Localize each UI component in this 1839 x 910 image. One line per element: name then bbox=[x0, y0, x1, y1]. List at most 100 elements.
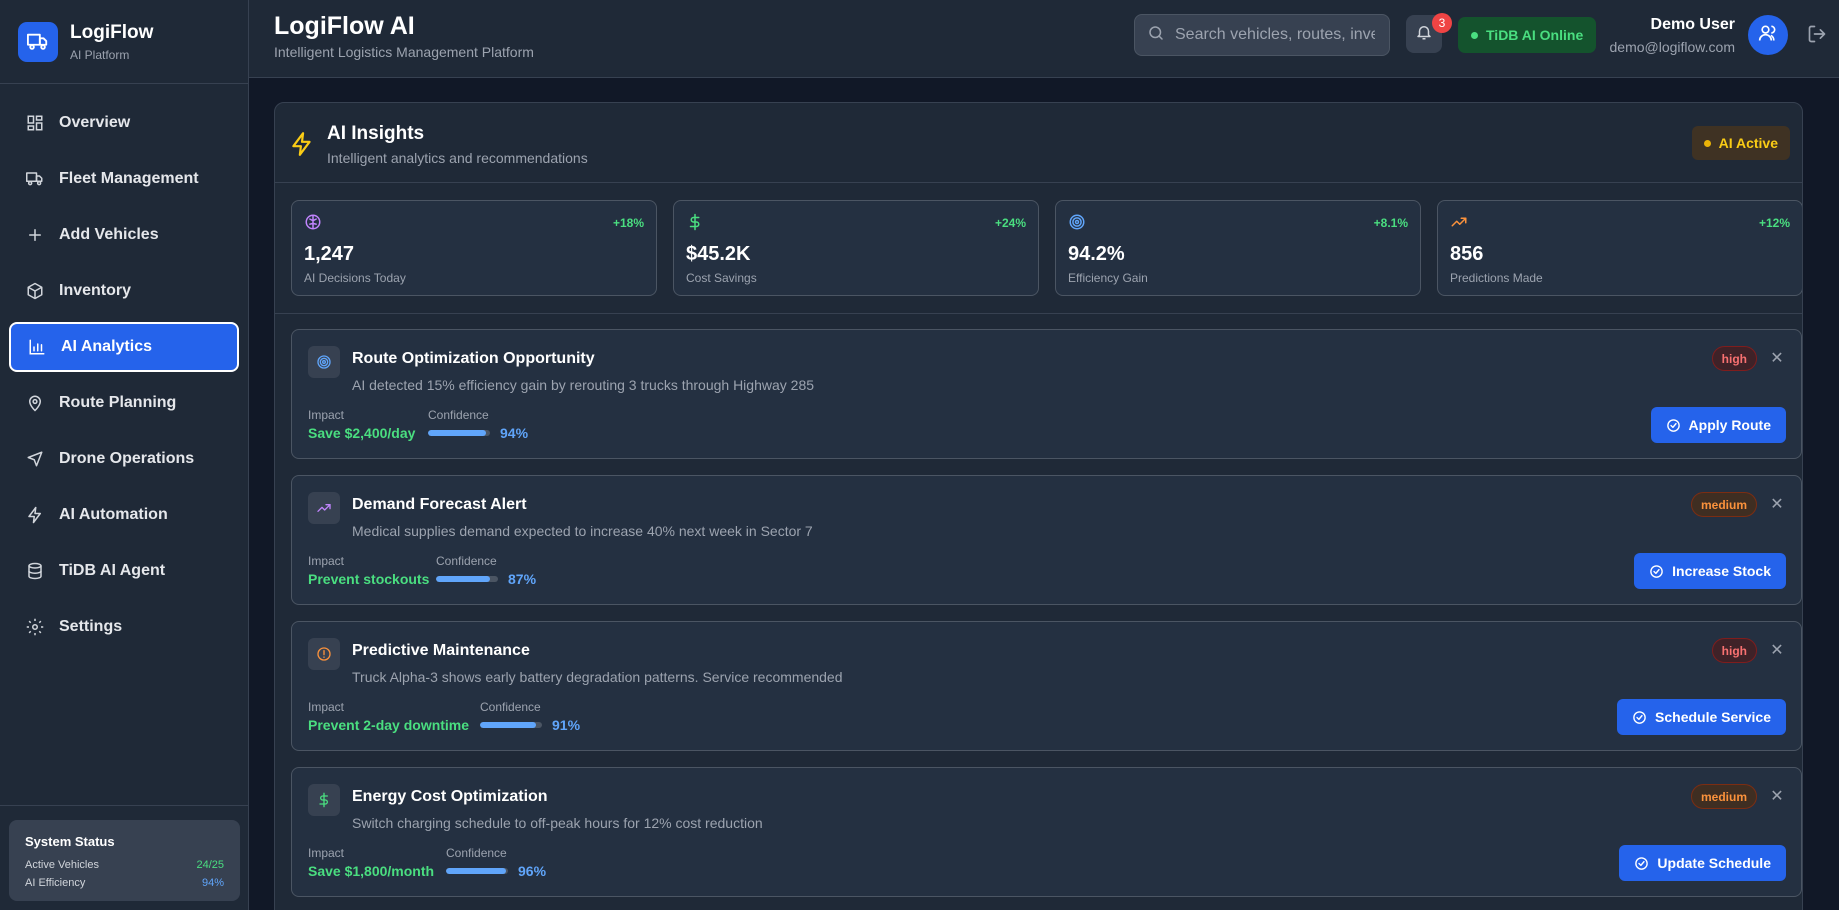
stat-delta: +18% bbox=[612, 216, 644, 230]
logout-icon[interactable] bbox=[1807, 24, 1827, 44]
insight-title: Route Optimization Opportunity bbox=[352, 350, 595, 367]
plus-icon bbox=[25, 225, 45, 245]
status-row-active-vehicles: Active Vehicles 24/25 bbox=[25, 859, 224, 871]
confidence-label: Confidence bbox=[436, 554, 497, 568]
sidebar-item-label: Inventory bbox=[59, 282, 132, 299]
update-schedule-button[interactable]: Update Schedule bbox=[1619, 845, 1786, 881]
sidebar-item-label: Fleet Management bbox=[59, 170, 199, 187]
search-input[interactable] bbox=[1175, 26, 1375, 44]
button-label: Increase Stock bbox=[1672, 563, 1771, 579]
stat-label: AI Decisions Today bbox=[304, 271, 406, 285]
stat-value: $45.2K bbox=[686, 243, 751, 265]
confidence-bar-fill bbox=[480, 722, 537, 728]
impact-value: Prevent stockouts bbox=[308, 571, 430, 587]
avatar[interactable] bbox=[1748, 15, 1788, 55]
status-label: Active Vehicles bbox=[25, 859, 99, 871]
bar-chart-icon bbox=[27, 337, 47, 357]
target-icon bbox=[1068, 213, 1086, 231]
search-icon bbox=[1147, 24, 1165, 47]
confidence-label: Confidence bbox=[446, 846, 507, 860]
truck-icon bbox=[25, 169, 45, 189]
insight-card-energy-cost: Energy Cost Optimization Switch charging… bbox=[291, 767, 1802, 897]
sidebar-item-label: Drone Operations bbox=[59, 450, 195, 467]
insight-title: Predictive Maintenance bbox=[352, 642, 530, 659]
top-header: LogiFlow AI Intelligent Logistics Manage… bbox=[249, 0, 1839, 78]
confidence-label: Confidence bbox=[428, 408, 489, 422]
panel-subtitle: Intelligent analytics and recommendation… bbox=[327, 150, 588, 166]
stat-value: 94.2% bbox=[1068, 243, 1125, 265]
insight-title: Demand Forecast Alert bbox=[352, 496, 527, 513]
stat-delta: +8.1% bbox=[1373, 216, 1408, 230]
sidebar-item-label: Settings bbox=[59, 618, 123, 635]
confidence-value: 96% bbox=[518, 863, 547, 879]
stats-row: +18% 1,247 AI Decisions Today +24% $45.2… bbox=[291, 200, 1802, 296]
confidence-value: 87% bbox=[508, 571, 537, 587]
sidebar-item-route-planning[interactable]: Route Planning bbox=[9, 378, 239, 428]
panel-title: AI Insights bbox=[327, 123, 425, 144]
bell-icon bbox=[1415, 23, 1433, 46]
sidebar-item-ai-analytics[interactable]: AI Analytics bbox=[9, 322, 239, 372]
sidebar-item-inventory[interactable]: Inventory bbox=[9, 266, 239, 316]
impact-value: Prevent 2-day downtime bbox=[308, 717, 470, 733]
apply-route-button[interactable]: Apply Route bbox=[1650, 407, 1786, 443]
sidebar-item-label: Route Planning bbox=[59, 394, 177, 411]
user-email: demo@logiflow.com bbox=[1609, 39, 1736, 55]
sidebar-nav: Overview Fleet Management Add Vehicles I… bbox=[0, 84, 248, 672]
brand[interactable]: LogiFlow AI Platform bbox=[0, 0, 248, 84]
close-icon[interactable]: ✕ bbox=[1767, 348, 1787, 368]
ai-insights-panel: AI Insights Intelligent analytics and re… bbox=[274, 102, 1803, 910]
sidebar-item-overview[interactable]: Overview bbox=[9, 98, 239, 148]
sidebar-item-ai-automation[interactable]: AI Automation bbox=[9, 490, 239, 540]
divider bbox=[275, 313, 1802, 314]
confidence-value: 94% bbox=[500, 425, 529, 441]
increase-stock-button[interactable]: Increase Stock bbox=[1634, 553, 1786, 589]
system-status-box: System Status Active Vehicles 24/25 AI E… bbox=[9, 820, 240, 901]
insight-description: AI detected 15% efficiency gain by rerou… bbox=[352, 377, 815, 393]
sidebar-item-tidb-ai-agent[interactable]: TiDB AI Agent bbox=[9, 546, 239, 596]
user-name: Demo User bbox=[1650, 16, 1735, 33]
trending-up-icon bbox=[308, 492, 340, 524]
ai-active-label: AI Active bbox=[1718, 135, 1778, 151]
close-icon[interactable]: ✕ bbox=[1767, 640, 1787, 660]
sidebar-item-fleet-management[interactable]: Fleet Management bbox=[9, 154, 239, 204]
check-circle-icon bbox=[1635, 856, 1649, 870]
impact-label: Impact bbox=[308, 554, 345, 568]
insight-card-predictive-maintenance: Predictive Maintenance Truck Alpha-3 sho… bbox=[291, 621, 1802, 751]
system-status: System Status Active Vehicles 24/25 AI E… bbox=[0, 805, 249, 910]
alert-circle-icon bbox=[308, 638, 340, 670]
map-pin-icon bbox=[25, 393, 45, 413]
close-icon[interactable]: ✕ bbox=[1767, 494, 1787, 514]
button-label: Schedule Service bbox=[1655, 709, 1771, 725]
search-box[interactable] bbox=[1134, 14, 1390, 56]
insight-description: Switch charging schedule to off-peak hou… bbox=[352, 815, 763, 831]
stat-card-cost-savings: +24% $45.2K Cost Savings bbox=[673, 200, 1039, 296]
status-row-ai-efficiency: AI Efficiency 94% bbox=[25, 877, 224, 889]
stat-label: Efficiency Gain bbox=[1068, 271, 1148, 285]
close-icon[interactable]: ✕ bbox=[1767, 786, 1787, 806]
impact-label: Impact bbox=[308, 700, 345, 714]
stat-value: 1,247 bbox=[304, 243, 355, 265]
impact-value: Save $1,800/month bbox=[308, 863, 435, 879]
stat-label: Predictions Made bbox=[1450, 271, 1543, 285]
sidebar-item-add-vehicles[interactable]: Add Vehicles bbox=[9, 210, 239, 260]
impact-label: Impact bbox=[308, 846, 345, 860]
sidebar-item-label: Overview bbox=[59, 114, 131, 131]
confidence-bar bbox=[480, 722, 542, 728]
schedule-service-button[interactable]: Schedule Service bbox=[1617, 699, 1786, 735]
sidebar-item-settings[interactable]: Settings bbox=[9, 602, 239, 652]
brand-name: LogiFlow bbox=[70, 21, 154, 43]
sidebar-item-drone-operations[interactable]: Drone Operations bbox=[9, 434, 239, 484]
button-label: Update Schedule bbox=[1657, 855, 1771, 871]
priority-badge: high bbox=[1711, 346, 1757, 371]
confidence-bar bbox=[446, 868, 508, 874]
impact-label: Impact bbox=[308, 408, 345, 422]
confidence-bar bbox=[428, 430, 490, 436]
status-dot bbox=[1703, 139, 1711, 147]
bolt-icon bbox=[289, 131, 315, 162]
notifications-button[interactable]: 3 bbox=[1406, 13, 1452, 53]
button-label: Apply Route bbox=[1688, 417, 1771, 433]
brand-subtitle: AI Platform bbox=[70, 47, 130, 62]
check-circle-icon bbox=[1633, 710, 1646, 724]
check-circle-icon bbox=[1666, 418, 1680, 432]
gear-icon bbox=[25, 617, 45, 637]
